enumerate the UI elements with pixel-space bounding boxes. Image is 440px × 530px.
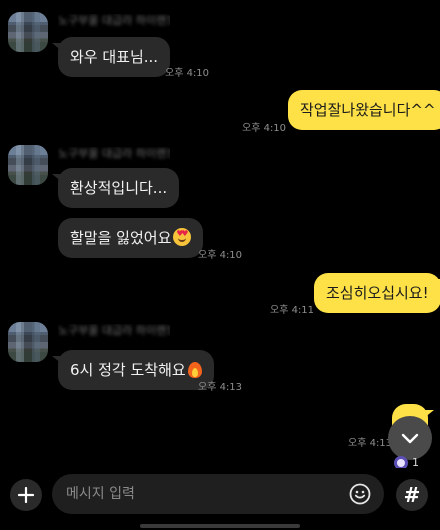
- heart-eyes-emoji-icon: [173, 228, 192, 246]
- incoming-message[interactable]: 할말을 잃었어요: [58, 218, 204, 258]
- message-text: 환상적입니다...: [70, 179, 168, 197]
- emoji-button[interactable]: [348, 482, 372, 506]
- message-time: 오후 4:10: [242, 123, 287, 134]
- incoming-message[interactable]: 6시 정각 도착해요: [52, 350, 214, 390]
- hash-icon: #: [403, 483, 421, 507]
- message-text: 할말을 잃었어요: [70, 229, 172, 247]
- message-time: 오후 4:13: [348, 438, 393, 449]
- reaction-icon: [394, 456, 408, 468]
- sender-name: 노구부울 대급라 하이랜드: [58, 14, 170, 27]
- message-time: 오후 4:11: [270, 305, 315, 316]
- message-reaction[interactable]: 1: [394, 456, 419, 468]
- message-time: 오후 4:10: [165, 68, 210, 79]
- message-time: 오후 4:10: [198, 250, 243, 261]
- scroll-to-bottom-button[interactable]: [388, 416, 432, 460]
- sender-name: 노구부울 대급라 하이랜드: [58, 147, 170, 160]
- sender-avatar[interactable]: [8, 322, 48, 362]
- message-text: 작업잘나왔습니다^^: [300, 101, 436, 119]
- home-indicator: [140, 524, 300, 528]
- incoming-message[interactable]: 환상적입니다...: [51, 168, 180, 208]
- plus-icon: [18, 487, 34, 503]
- outgoing-message[interactable]: 조심히오십시요!: [314, 273, 440, 313]
- attach-button[interactable]: [10, 479, 42, 511]
- message-text: 6시 정각 도착해요: [70, 361, 186, 379]
- outgoing-message[interactable]: 작업잘나왔습니다^^: [288, 90, 440, 130]
- hashtag-button[interactable]: #: [396, 479, 428, 511]
- sender-avatar[interactable]: [8, 145, 48, 185]
- chevron-down-icon: [401, 433, 419, 444]
- sender-avatar[interactable]: [8, 12, 48, 52]
- chat-area[interactable]: 노구부울 대급라 하이랜드 와우 대표님... 오후 4:10 작업잘나왔습니다…: [0, 0, 440, 468]
- incoming-message[interactable]: 와우 대표님...: [51, 37, 171, 77]
- fire-emoji-icon: [187, 360, 202, 378]
- message-time: 오후 4:13: [198, 382, 243, 393]
- message-text: 조심히오십시요!: [326, 284, 429, 302]
- smiley-icon: [349, 483, 371, 505]
- message-text: 와우 대표님...: [70, 48, 159, 66]
- message-input-wrapper: [52, 474, 384, 514]
- reaction-count: 1: [412, 456, 419, 468]
- sender-name: 노구부울 대급라 하이랜드: [58, 324, 170, 337]
- composer-bar: #: [0, 468, 440, 530]
- message-input[interactable]: [66, 474, 338, 514]
